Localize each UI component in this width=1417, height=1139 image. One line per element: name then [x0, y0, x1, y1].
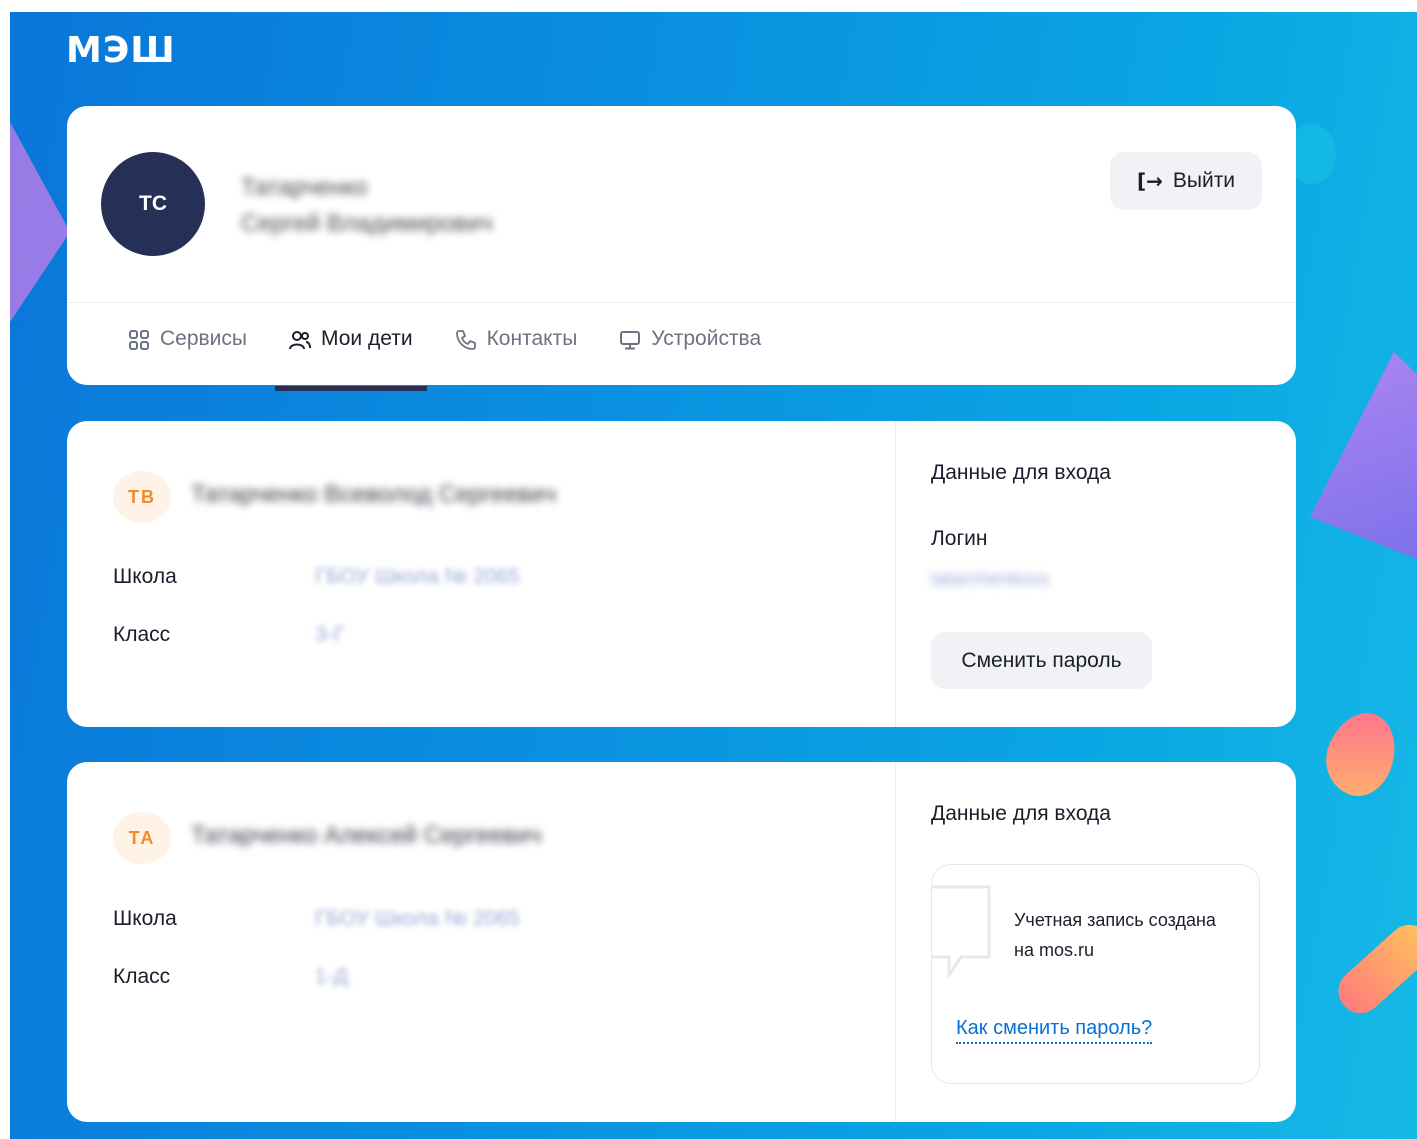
- child-card: ТВ Татарченко Всеволод Сергеевич Школа Г…: [67, 421, 1296, 727]
- child-card: ТА Татарченко Алексей Сергеевич Школа ГБ…: [67, 762, 1296, 1122]
- decorative-blob-pink: [1315, 703, 1407, 805]
- login-label: Логин: [931, 527, 988, 550]
- login-section-title: Данные для входа: [931, 461, 1111, 484]
- tab-bar: Сервисы Мои дети Контакты Устройства: [114, 321, 789, 391]
- login-section-title: Данные для входа: [931, 802, 1111, 825]
- profile-card: ТС Татарченко Сергей Владимирович [→ Вый…: [67, 106, 1296, 391]
- speech-bubble-icon: [931, 885, 991, 980]
- decorative-triangle-left: [10, 122, 70, 322]
- divider: [895, 421, 896, 727]
- tab-my-children-label: Мои дети: [321, 327, 413, 350]
- grid-icon: [129, 330, 149, 350]
- school-label: Школа: [113, 907, 177, 930]
- class-label: Класс: [113, 965, 171, 988]
- child-name: Татарченко Алексей Сергеевич: [191, 822, 542, 849]
- tab-my-children[interactable]: Мои дети: [275, 321, 427, 391]
- app-logo[interactable]: МЭШ: [66, 30, 176, 71]
- tab-services[interactable]: Сервисы: [114, 321, 261, 385]
- logout-icon: [→: [1136, 169, 1163, 193]
- class-label: Класс: [113, 623, 171, 646]
- tab-devices-label: Устройства: [651, 327, 762, 350]
- account-info-text: Учетная запись создана на mos.ru: [1014, 910, 1216, 960]
- class-value: 1-Д: [315, 965, 348, 988]
- child-avatar: ТА: [113, 812, 171, 864]
- avatar: ТС: [101, 152, 205, 256]
- login-value: tatarchenkovs: [931, 569, 1050, 590]
- logout-label: Выйти: [1172, 169, 1236, 192]
- class-value: 3-Г: [315, 623, 346, 646]
- profile-first-middle-name: Сергей Владимирович: [241, 210, 493, 237]
- change-password-button[interactable]: Сменить пароль: [931, 632, 1152, 689]
- school-value: ГБОУ Школа № 2065: [315, 907, 520, 930]
- child-avatar: ТВ: [113, 471, 171, 523]
- logout-button[interactable]: [→ Выйти: [1110, 152, 1262, 210]
- decorative-blob-orange: [1329, 915, 1417, 1023]
- divider: [67, 302, 1296, 303]
- profile-last-name: Татарченко: [241, 174, 368, 201]
- account-info-box: Учетная запись создана на mos.ru Как сме…: [931, 864, 1260, 1084]
- child-name: Татарченко Всеволод Сергеевич: [191, 481, 557, 508]
- tab-services-label: Сервисы: [160, 327, 248, 350]
- divider: [895, 762, 896, 1122]
- school-value: ГБОУ Школа № 2065: [315, 565, 520, 588]
- monitor-icon: [620, 331, 641, 350]
- how-to-change-password-link[interactable]: Как сменить пароль?: [956, 1017, 1153, 1044]
- tab-contacts[interactable]: Контакты: [441, 321, 592, 385]
- decorative-triangle-right: [1310, 352, 1417, 572]
- people-icon: [289, 331, 312, 350]
- school-label: Школа: [113, 565, 177, 588]
- tab-contacts-label: Контакты: [486, 327, 578, 350]
- phone-icon: [455, 330, 476, 350]
- tab-devices[interactable]: Устройства: [605, 321, 775, 385]
